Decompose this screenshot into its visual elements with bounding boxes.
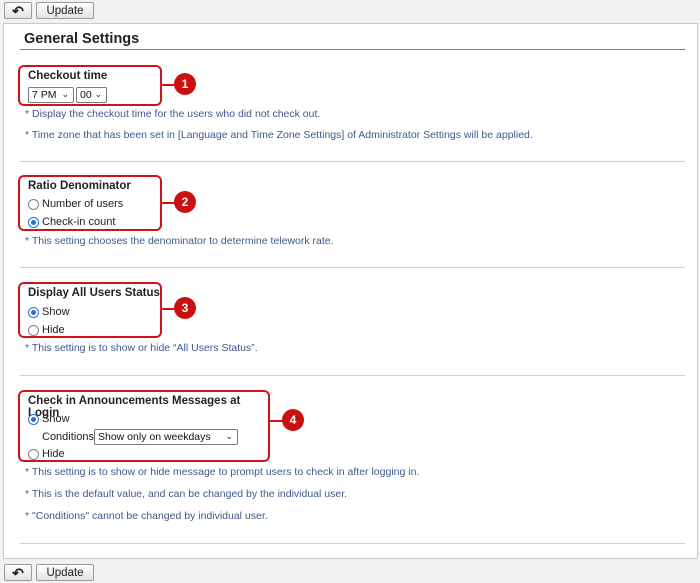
radio-checked-icon[interactable] [28, 306, 39, 318]
all-users-hide-option[interactable]: Hide [28, 324, 65, 336]
all-users-show-option[interactable]: Show [28, 306, 70, 318]
ratio-option-users-label: Number of users [42, 198, 124, 210]
ratio-note: * This setting chooses the denominator t… [25, 235, 334, 247]
checkout-minute-value: 00 [80, 89, 92, 101]
top-toolbar: ↶ Update [0, 1, 700, 21]
section-divider [20, 161, 685, 162]
section-divider [20, 267, 685, 268]
callout-badge-1: 1 [174, 73, 196, 95]
settings-panel: General Settings Checkout time 7 PM ⌄ 00… [3, 23, 698, 559]
conditions-label: Conditions: [42, 431, 98, 443]
bottom-toolbar: ↶ Update [0, 563, 700, 583]
section-divider [20, 375, 685, 376]
announcements-show-label: Show [42, 413, 70, 425]
chevron-down-icon: ⌄ [94, 89, 102, 99]
all-users-note: * This setting is to show or hide “All U… [25, 342, 258, 354]
conditions-value: Show only on weekdays [98, 431, 211, 443]
checkout-hour-value: 7 PM [32, 89, 57, 101]
announcements-box: Check in Announcements Messages at Login… [18, 390, 270, 462]
back-button[interactable]: ↶ [4, 2, 32, 19]
all-users-show-label: Show [42, 306, 70, 318]
update-button-bottom[interactable]: Update [36, 564, 94, 581]
page-title: General Settings [24, 31, 140, 47]
title-divider [20, 49, 685, 50]
all-users-status-title: Display All Users Status [28, 287, 160, 299]
ratio-denominator-box: Ratio Denominator Number of users Check-… [18, 175, 162, 231]
ratio-option-checkin[interactable]: Check-in count [28, 216, 115, 228]
radio-checked-icon[interactable] [28, 216, 39, 228]
back-arrow-icon: ↶ [12, 2, 24, 19]
conditions-select[interactable]: Show only on weekdays ⌄ [94, 429, 238, 445]
announcements-hide-option[interactable]: Hide [28, 448, 65, 460]
ratio-denominator-title: Ratio Denominator [28, 180, 131, 192]
announcements-note-2: * This is the default value, and can be … [25, 488, 348, 500]
announcements-show-option[interactable]: Show [28, 413, 70, 425]
callout-badge-2: 2 [174, 191, 196, 213]
radio-unchecked-icon[interactable] [28, 324, 39, 336]
callout-badge-3: 3 [174, 297, 196, 319]
radio-unchecked-icon[interactable] [28, 448, 39, 460]
radio-checked-icon[interactable] [28, 413, 39, 425]
checkout-time-box: Checkout time 7 PM ⌄ 00 ⌄ [18, 65, 162, 106]
checkout-note-1: * Display the checkout time for the user… [25, 108, 321, 120]
announcements-note-3: * "Conditions" cannot be changed by indi… [25, 510, 268, 522]
checkout-hour-select[interactable]: 7 PM ⌄ [28, 87, 74, 103]
back-arrow-icon: ↶ [12, 564, 24, 581]
all-users-status-box: Display All Users Status Show Hide [18, 282, 162, 338]
ratio-option-users[interactable]: Number of users [28, 198, 123, 210]
back-button-bottom[interactable]: ↶ [4, 564, 32, 581]
checkout-note-2: * Time zone that has been set in [Langua… [25, 129, 533, 141]
update-button[interactable]: Update [36, 2, 94, 19]
chevron-down-icon: ⌄ [225, 431, 233, 441]
all-users-hide-label: Hide [42, 324, 65, 336]
announcements-note-1: * This setting is to show or hide messag… [25, 466, 420, 478]
section-divider [20, 543, 685, 544]
callout-badge-4: 4 [282, 409, 304, 431]
chevron-down-icon: ⌄ [61, 89, 69, 99]
announcements-hide-label: Hide [42, 448, 65, 460]
checkout-time-title: Checkout time [28, 70, 108, 82]
checkout-minute-select[interactable]: 00 ⌄ [76, 87, 107, 103]
ratio-option-checkin-label: Check-in count [42, 216, 116, 228]
radio-unchecked-icon[interactable] [28, 198, 39, 210]
